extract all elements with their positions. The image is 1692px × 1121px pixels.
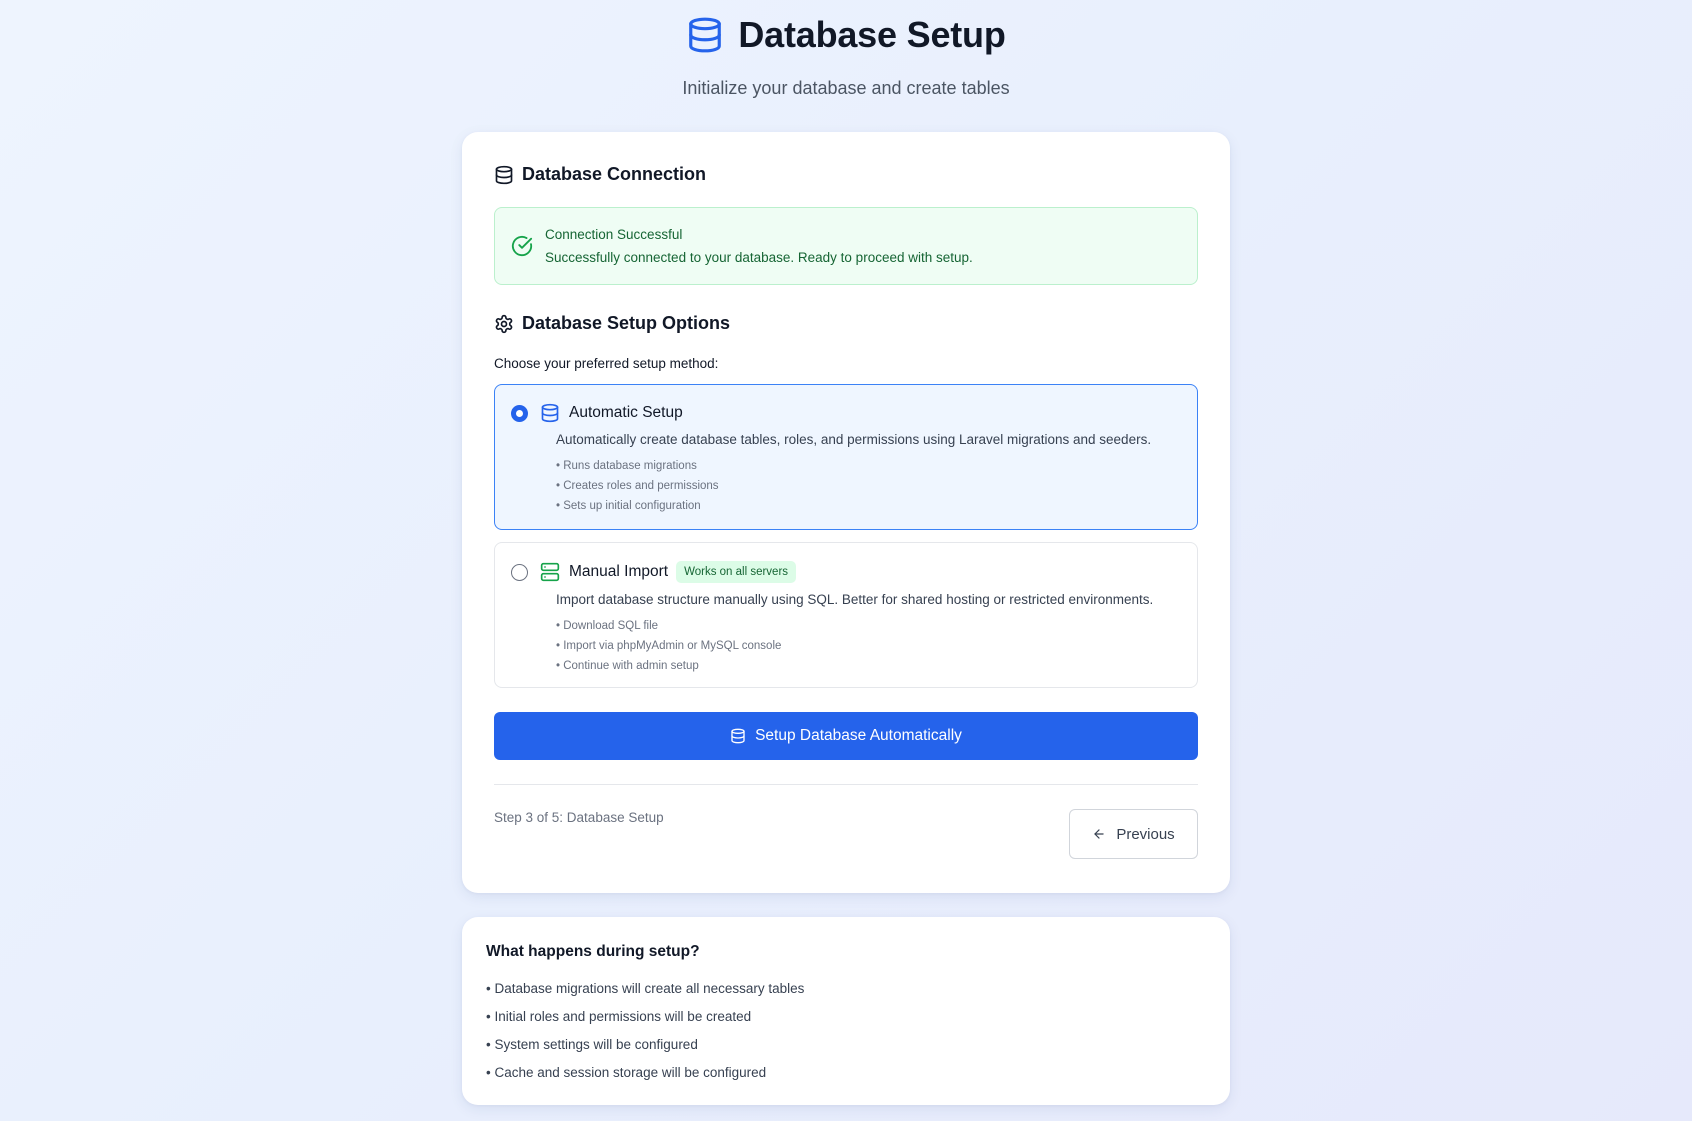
manual-import-radio[interactable] (511, 563, 528, 581)
automatic-setup-radio[interactable] (511, 404, 528, 422)
connection-heading: Database Connection (494, 164, 1198, 185)
wizard-footer: Step 3 of 5: Database Setup Previous (494, 809, 1198, 859)
list-item: Creates roles and permissions (556, 476, 1181, 496)
previous-button[interactable]: Previous (1069, 809, 1198, 859)
previous-button-label: Previous (1116, 825, 1175, 843)
connection-success-alert: Connection Successful Successfully conne… (494, 207, 1198, 285)
list-item: Cache and session storage will be config… (486, 1059, 1206, 1087)
option-manual-import[interactable]: Manual Import Works on all servers Impor… (494, 542, 1198, 688)
info-list: Database migrations will create all nece… (486, 975, 1206, 1087)
setup-options-heading: Database Setup Options (494, 313, 1198, 334)
divider (494, 784, 1198, 785)
setup-database-button-label: Setup Database Automatically (755, 727, 962, 744)
list-item: Download SQL file (556, 616, 1181, 636)
arrow-left-icon (1094, 829, 1104, 839)
database-icon (495, 165, 513, 184)
option-bullets: Download SQL file Import via phpMyAdmin … (556, 616, 1181, 676)
option-automatic-setup[interactable]: Automatic Setup Automatically create dat… (494, 384, 1198, 530)
compatibility-badge: Works on all servers (676, 561, 797, 583)
choose-method-label: Choose your preferred setup method: (494, 356, 719, 371)
list-item: Initial roles and permissions will be cr… (486, 1003, 1206, 1031)
alert-title: Connection Successful (545, 227, 683, 242)
check-circle-icon (511, 235, 533, 257)
page-title-text: Database Setup (738, 14, 1006, 55)
server-icon (540, 562, 560, 582)
option-description: Automatically create database tables, ro… (556, 432, 1152, 447)
list-item: Import via phpMyAdmin or MySQL console (556, 636, 1181, 656)
list-item: System settings will be configured (486, 1031, 1206, 1059)
database-icon (689, 17, 722, 53)
connection-heading-text: Database Connection (522, 164, 707, 184)
database-icon (731, 728, 745, 744)
page-subtitle: Initialize your database and create tabl… (682, 78, 1010, 98)
setup-options-heading-text: Database Setup Options (522, 313, 731, 333)
setup-info-card: What happens during setup? Database migr… (462, 917, 1230, 1105)
option-title: Manual Import (569, 563, 669, 580)
list-item: Sets up initial configuration (556, 496, 1181, 516)
alert-message: Successfully connected to your database.… (545, 250, 973, 265)
list-item: Continue with admin setup (556, 656, 1181, 676)
page-header: Database Setup Initialize your database … (0, 14, 1692, 99)
option-description: Import database structure manually using… (556, 592, 1154, 607)
list-item: Database migrations will create all nece… (486, 975, 1206, 1003)
gear-icon (495, 314, 513, 333)
setup-database-button[interactable]: Setup Database Automatically (494, 712, 1198, 760)
step-indicator: Step 3 of 5: Database Setup (494, 810, 664, 825)
database-icon (541, 403, 559, 423)
option-bullets: Runs database migrations Creates roles a… (556, 456, 1181, 516)
info-title: What happens during setup? (486, 943, 700, 960)
list-item: Runs database migrations (556, 456, 1181, 476)
option-title: Automatic Setup (569, 404, 683, 421)
setup-card: Database Connection Connection Successfu… (462, 132, 1230, 893)
page-title: Database Setup (686, 14, 1006, 56)
